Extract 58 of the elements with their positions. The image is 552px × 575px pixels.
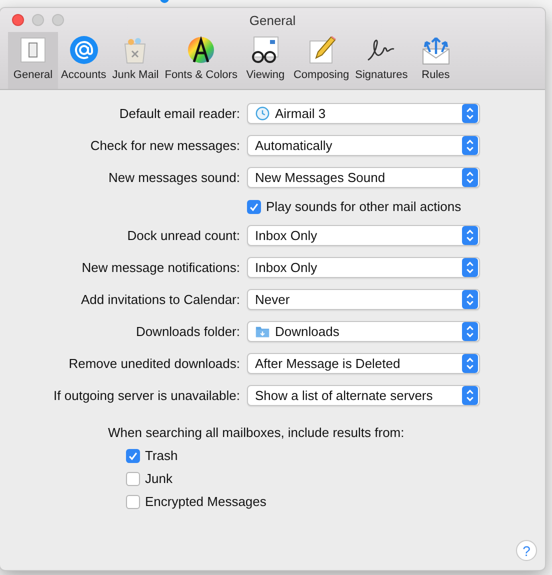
setting-label: Default email reader:: [118, 106, 240, 121]
popup-menu[interactable]: Never: [247, 289, 480, 310]
checkbox[interactable]: [126, 448, 140, 462]
checkbox-label: Encrypted Messages: [145, 494, 266, 509]
window-title: General: [249, 12, 296, 28]
checkbox-label: Play sounds for other mail actions: [266, 199, 462, 214]
toolbar-tab[interactable]: Composing: [290, 32, 352, 89]
stepper-icon: [462, 168, 478, 187]
checkbox[interactable]: [247, 200, 261, 214]
popup-menu[interactable]: Inbox Only: [247, 225, 480, 246]
checkbox-label: Junk: [145, 471, 172, 486]
setting-label: Add invitations to Calendar:: [80, 292, 240, 307]
close-icon[interactable]: [12, 14, 24, 26]
glasses-icon: [249, 34, 282, 66]
toolbar-tab[interactable]: General: [8, 32, 58, 89]
popup-menu[interactable]: After Message is Deleted: [247, 353, 480, 374]
clock-icon: [255, 106, 270, 121]
popup-menu[interactable]: Airmail 3: [247, 103, 480, 124]
stepper-icon: [462, 258, 478, 277]
popup-menu[interactable]: Automatically: [247, 135, 480, 156]
stepper-icon: [462, 322, 478, 341]
setting-label: Remove unedited downloads:: [68, 356, 240, 371]
toolbar-tab[interactable]: Junk Mail: [109, 32, 162, 89]
setting-label: If outgoing server is unavailable:: [52, 388, 240, 403]
popup-menu[interactable]: Downloads: [247, 321, 480, 342]
popup-menu[interactable]: Inbox Only: [247, 257, 480, 278]
stepper-icon: [462, 290, 478, 309]
mailbox-checkbox[interactable]: Junk: [126, 471, 545, 486]
stepper-icon: [462, 226, 478, 245]
mailbox-checkbox[interactable]: Encrypted Messages: [126, 494, 545, 509]
setting-label: Check for new messages:: [89, 138, 240, 153]
setting-label: Dock unread count:: [126, 228, 240, 243]
toolbar-tab[interactable]: Rules: [410, 32, 461, 89]
toolbar-tab[interactable]: Accounts: [58, 32, 110, 89]
popup-menu[interactable]: New Messages Sound: [247, 167, 480, 188]
stepper-icon: [462, 136, 478, 155]
setting-label: New message notifications:: [80, 260, 240, 275]
section-heading: When searching all mailboxes, include results from:: [108, 425, 404, 440]
toolbar-tab[interactable]: Fonts & Colors: [162, 32, 240, 89]
minimize-icon[interactable]: [32, 14, 44, 26]
stepper-icon: [462, 386, 478, 405]
stepper-icon: [462, 104, 478, 123]
stepper-icon: [462, 354, 478, 373]
zoom-icon[interactable]: [52, 14, 64, 26]
help-button[interactable]: ?: [516, 540, 537, 561]
toolbar-tab[interactable]: Signatures: [352, 32, 411, 89]
toolbar-tab[interactable]: Viewing: [240, 32, 290, 89]
folder-icon: [255, 324, 270, 339]
setting-label: New messages sound:: [107, 170, 240, 185]
checkbox[interactable]: [126, 494, 140, 508]
checkbox[interactable]: [126, 472, 140, 486]
play-sounds-checkbox[interactable]: Play sounds for other mail actions: [247, 199, 480, 214]
checkbox-label: Trash: [145, 448, 178, 463]
mailbox-checkbox[interactable]: Trash: [126, 448, 545, 463]
setting-label: Downloads folder:: [134, 324, 240, 339]
popup-menu[interactable]: Show a list of alternate servers: [247, 385, 480, 406]
envelope-arrows-icon: [420, 34, 452, 66]
at-sign-icon: [68, 34, 100, 66]
